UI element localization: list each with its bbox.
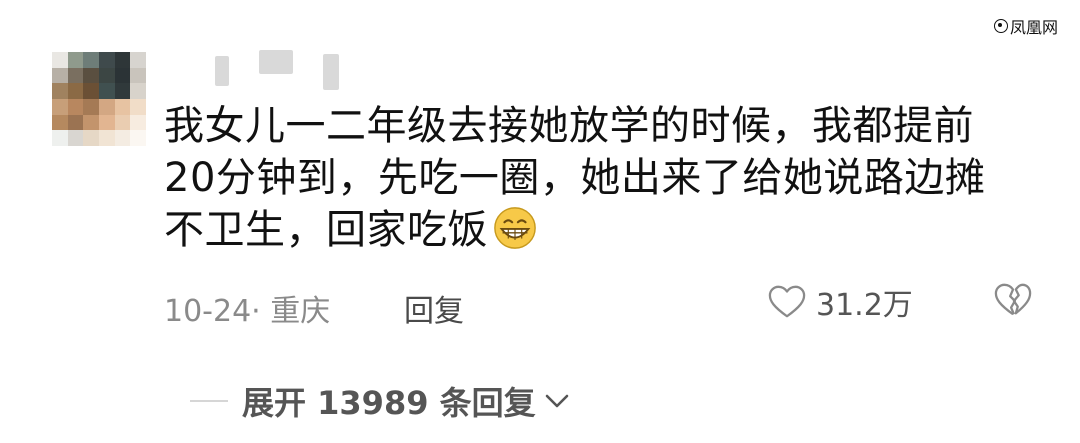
heart-icon — [768, 285, 806, 318]
comment-line-2: 20分钟到，先吃一圈，她出来了给她说路边摊 — [164, 155, 986, 201]
reply-button[interactable]: 回复 — [404, 286, 464, 330]
username-blurred — [215, 50, 339, 90]
divider — [190, 400, 228, 402]
chevron-down-icon — [545, 394, 568, 408]
like-count: 31.2万 — [816, 288, 913, 323]
comment-line-3: 不卫生，回家吃饭 — [164, 204, 1014, 256]
comment-line-1: 我女儿一二年级去接她放学的时候，我都提前 — [164, 103, 974, 149]
phoenix-logo-icon — [993, 19, 1008, 33]
grinning-face-icon — [492, 205, 538, 251]
dislike-button[interactable] — [994, 282, 1032, 326]
expand-replies-button[interactable]: 展开 13989 条回复 — [190, 378, 570, 424]
like-button[interactable]: 31.2万 — [768, 280, 913, 324]
comment-line-3-text: 不卫生，回家吃饭 — [164, 207, 488, 253]
watermark: 凤凰网 — [993, 14, 1058, 38]
date-location: 10-24· 重庆 — [164, 294, 331, 329]
watermark-text: 凤凰网 — [1009, 18, 1058, 37]
expand-replies-label: 展开 13989 条回复 — [242, 384, 536, 422]
comment-body: 我女儿一二年级去接她放学的时候，我都提前 20分钟到，先吃一圈，她出来了给她说路… — [164, 100, 1014, 256]
avatar[interactable] — [52, 52, 146, 146]
broken-heart-icon — [994, 283, 1032, 316]
comment-meta: 10-24· 重庆 回复 31.2万 — [164, 280, 1080, 330]
